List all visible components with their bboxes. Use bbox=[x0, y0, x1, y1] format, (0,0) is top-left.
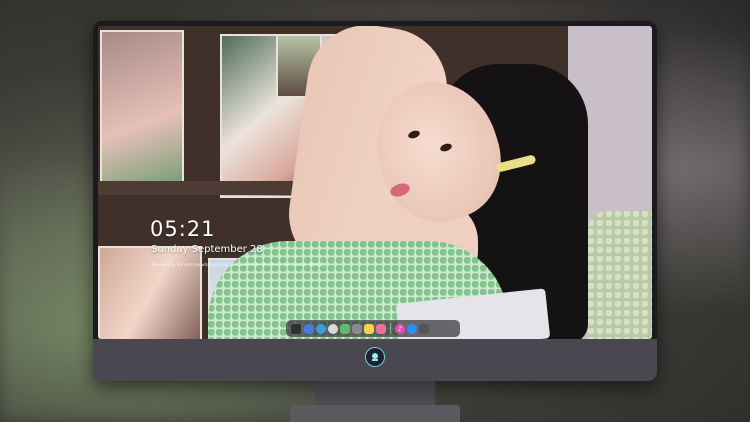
finder-icon[interactable] bbox=[290, 322, 302, 335]
movies-icon[interactable] bbox=[352, 323, 362, 334]
app-store-icon[interactable] bbox=[407, 323, 417, 334]
photos-icon[interactable] bbox=[376, 323, 386, 334]
camera-icon[interactable] bbox=[419, 323, 429, 334]
launchpad-icon[interactable] bbox=[304, 323, 314, 334]
lock-screen: 05:21 Sunday September 28 Be who you are… bbox=[98, 26, 652, 339]
maps-icon[interactable] bbox=[340, 323, 350, 334]
dock: ♪ bbox=[286, 320, 460, 337]
lockscreen-quote: Be who you are and say what you feel, be… bbox=[152, 262, 325, 267]
monitor-chin bbox=[93, 339, 657, 381]
clock-time: 05:21 bbox=[150, 217, 216, 241]
safari-icon[interactable] bbox=[328, 323, 338, 334]
messages-icon[interactable] bbox=[316, 323, 326, 334]
monitor-stand-base bbox=[290, 405, 460, 422]
dock-separator bbox=[390, 323, 391, 334]
notes-icon[interactable] bbox=[364, 323, 374, 334]
clock-date: Sunday September 28 bbox=[151, 244, 263, 255]
music-icon[interactable]: ♪ bbox=[395, 323, 405, 334]
monitor: 05:21 Sunday September 28 Be who you are… bbox=[93, 21, 657, 381]
brand-logo-icon bbox=[365, 347, 385, 367]
